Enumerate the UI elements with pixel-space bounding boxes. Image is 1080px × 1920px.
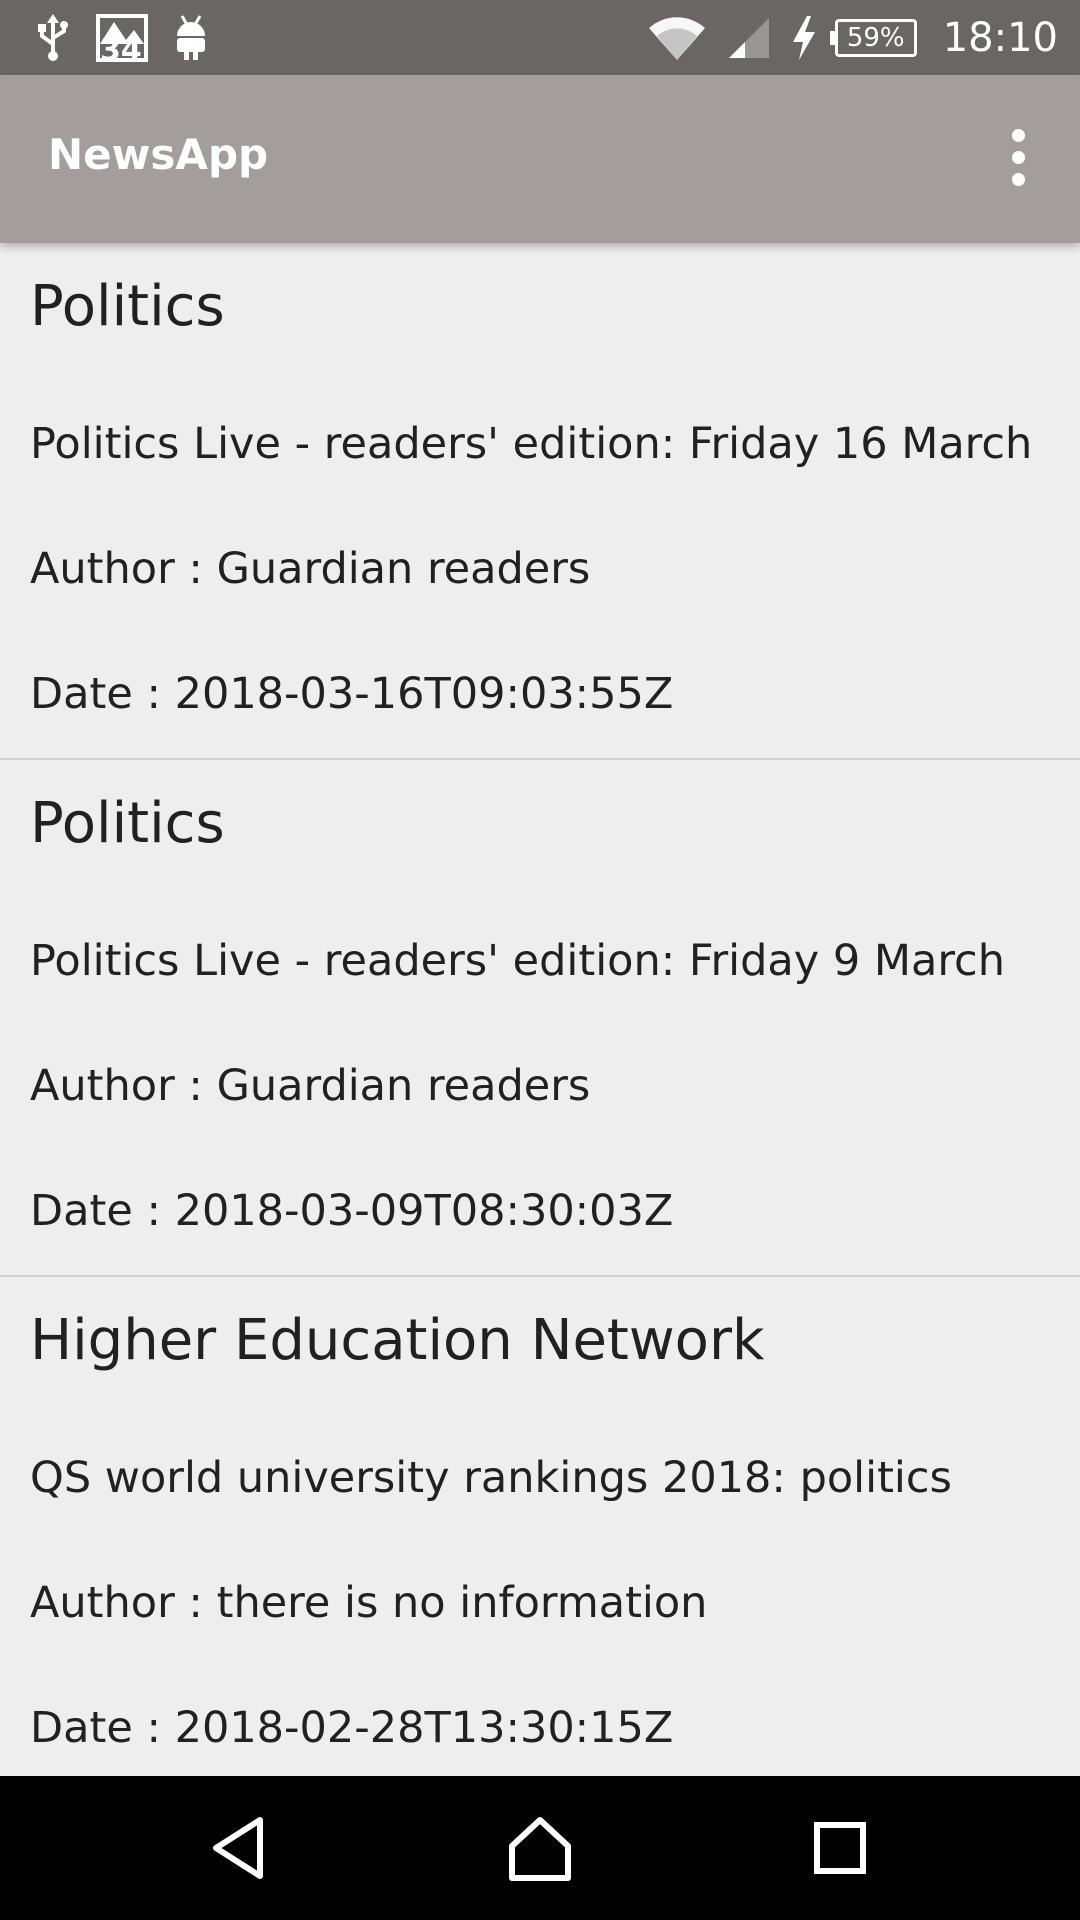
wifi-icon <box>647 14 707 62</box>
list-item[interactable]: Politics Politics Live - readers' editio… <box>0 760 1080 1277</box>
status-left-icons: 34 <box>36 12 208 66</box>
notification-count: 34 <box>100 33 142 68</box>
home-icon <box>509 1817 571 1881</box>
clock: 18:10 <box>942 15 1058 61</box>
list-item[interactable]: Politics Politics Live - readers' editio… <box>0 243 1080 760</box>
battery-percent: 59% <box>846 23 905 53</box>
app-bar: NewsApp <box>0 75 1080 243</box>
recents-icon <box>814 1822 866 1874</box>
navigation-bar <box>0 1776 1080 1920</box>
overflow-menu-icon-dot <box>1011 172 1025 186</box>
news-section: Politics <box>30 274 225 339</box>
list-item[interactable]: Higher Education Network QS world univer… <box>0 1277 1080 1776</box>
news-date: Date : 2018-03-09T08:30:03Z <box>30 1186 674 1236</box>
news-author: Author : Guardian readers <box>30 1061 591 1111</box>
news-section: Higher Education Network <box>30 1308 765 1373</box>
news-title: QS world university rankings 2018: polit… <box>30 1453 952 1503</box>
news-title: Politics Live - readers' edition: Friday… <box>30 936 1005 986</box>
news-section: Politics <box>30 791 225 856</box>
battery-icon: 59% <box>829 19 917 57</box>
home-button[interactable] <box>500 1808 580 1888</box>
news-date: Date : 2018-03-16T09:03:55Z <box>30 669 674 719</box>
usb-icon <box>36 14 70 62</box>
back-icon <box>213 1817 263 1879</box>
overflow-menu-icon-dot <box>1011 150 1025 164</box>
recents-button[interactable] <box>800 1808 880 1888</box>
notification-image-icon: 34 <box>96 14 148 66</box>
news-title: Politics Live - readers' edition: Friday… <box>30 419 1033 469</box>
back-button[interactable] <box>200 1808 280 1888</box>
charging-bolt-icon <box>791 16 817 60</box>
overflow-menu-icon <box>1011 128 1025 142</box>
news-author: Author : there is no information <box>30 1578 708 1628</box>
app-title: NewsApp <box>48 130 269 179</box>
android-icon <box>174 14 208 62</box>
status-right-icons: 59% 18:10 <box>647 8 1058 68</box>
cell-signal-icon <box>725 14 773 62</box>
news-date: Date : 2018-02-28T13:30:15Z <box>30 1703 674 1753</box>
overflow-menu-button[interactable] <box>986 125 1050 189</box>
status-bar: 34 59% 18:10 <box>0 0 1080 75</box>
news-author: Author : Guardian readers <box>30 544 591 594</box>
news-list[interactable]: Politics Politics Live - readers' editio… <box>0 243 1080 1776</box>
